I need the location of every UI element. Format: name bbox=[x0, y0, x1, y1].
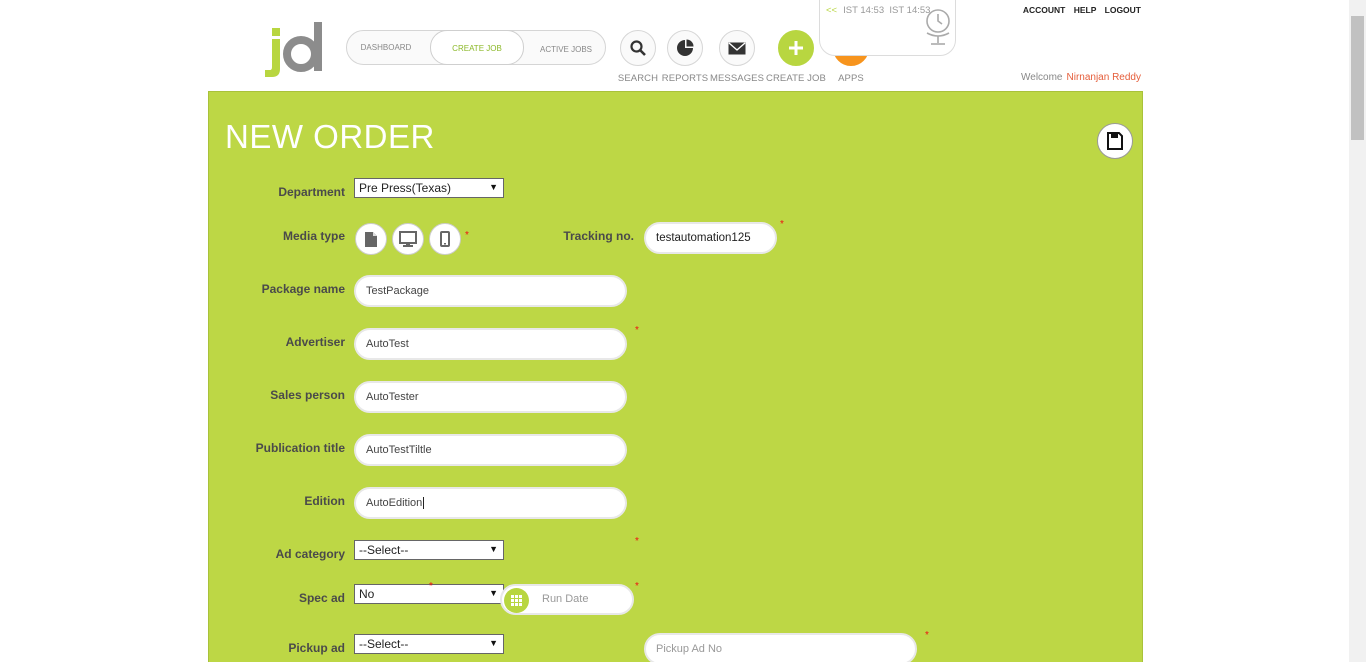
monitor-icon bbox=[399, 231, 417, 247]
spec-ad-label: Spec ad bbox=[298, 591, 345, 605]
logout-link[interactable]: LOGOUT bbox=[1105, 5, 1141, 15]
department-value: Pre Press(Texas) bbox=[359, 181, 452, 195]
clock-times: << IST 14:53 IST 14:53 bbox=[826, 5, 930, 16]
tracking-no-label: Tracking no. bbox=[563, 229, 634, 243]
messages-label: MESSAGES bbox=[709, 73, 765, 84]
run-date-input[interactable]: Run Date bbox=[500, 584, 634, 615]
page-title: NEW ORDER bbox=[225, 118, 435, 155]
tab-create-job[interactable]: CREATE JOB bbox=[430, 30, 524, 65]
package-name-input[interactable]: TestPackage bbox=[354, 275, 627, 307]
dropdown-arrow-icon: ▼ bbox=[489, 588, 498, 598]
help-link[interactable]: HELP bbox=[1074, 5, 1097, 15]
apps-label: APPS bbox=[838, 73, 864, 84]
ad-category-value: --Select-- bbox=[359, 543, 409, 557]
department-select[interactable]: Pre Press(Texas) ▼ bbox=[354, 178, 504, 198]
spec-ad-required-mark: * bbox=[429, 581, 433, 592]
pickup-ad-no-required-mark: * bbox=[925, 630, 929, 641]
dropdown-arrow-icon: ▼ bbox=[489, 182, 498, 192]
run-date-required-mark: * bbox=[635, 581, 639, 592]
media-type-required-mark: * bbox=[465, 230, 469, 241]
advertiser-label: Advertiser bbox=[285, 335, 345, 349]
world-clock[interactable]: << IST 14:53 IST 14:53 bbox=[819, 0, 956, 56]
jd-logo[interactable] bbox=[264, 22, 326, 77]
advertiser-required-mark: * bbox=[635, 325, 639, 336]
edition-input[interactable]: AutoEdition bbox=[354, 487, 627, 519]
ad-category-label: Ad category bbox=[275, 547, 345, 561]
reports-tool[interactable]: REPORTS bbox=[655, 30, 715, 84]
pie-chart-icon bbox=[667, 30, 703, 66]
ad-category-required-mark: * bbox=[635, 536, 639, 547]
main-nav: DASHBOARD CREATE JOB ACTIVE JOBS bbox=[346, 30, 606, 65]
document-icon bbox=[365, 231, 377, 247]
edition-label: Edition bbox=[304, 494, 345, 508]
reports-label: REPORTS bbox=[661, 73, 709, 84]
create-job-label: CREATE JOB bbox=[766, 73, 826, 84]
spec-ad-value: No bbox=[359, 587, 375, 601]
plus-icon bbox=[778, 30, 814, 66]
clock-time-1: IST 14:53 bbox=[843, 5, 885, 16]
welcome-message: Welcome Nirnanjan Reddy bbox=[1021, 72, 1141, 83]
package-name-label: Package name bbox=[261, 282, 345, 296]
clock-globe-icon bbox=[926, 9, 950, 45]
new-order-form: NEW ORDER Department Pre Press(Texas) ▼ … bbox=[208, 91, 1143, 662]
user-name[interactable]: Nirnanjan Reddy bbox=[1067, 72, 1142, 83]
search-icon bbox=[620, 30, 656, 66]
tab-dashboard[interactable]: DASHBOARD bbox=[355, 31, 417, 64]
page: DASHBOARD CREATE JOB ACTIVE JOBS SEARCH … bbox=[0, 0, 1366, 662]
advertiser-input[interactable]: AutoTest bbox=[354, 328, 627, 360]
tracking-no-input[interactable]: testautomation125 bbox=[644, 222, 777, 254]
media-mobile-button[interactable] bbox=[429, 223, 461, 255]
account-link[interactable]: ACCOUNT bbox=[1023, 5, 1066, 15]
dropdown-arrow-icon: ▼ bbox=[489, 638, 498, 648]
pickup-ad-value: --Select-- bbox=[359, 637, 409, 651]
tracking-no-required-mark: * bbox=[780, 219, 784, 230]
edition-value: AutoEdition bbox=[366, 497, 423, 509]
department-label: Department bbox=[278, 185, 345, 199]
save-button[interactable] bbox=[1097, 123, 1133, 159]
media-type-label: Media type bbox=[282, 229, 345, 243]
envelope-icon bbox=[719, 30, 755, 66]
pickup-ad-select[interactable]: --Select-- ▼ bbox=[354, 634, 504, 654]
save-icon bbox=[1107, 132, 1123, 150]
media-web-button[interactable] bbox=[392, 223, 424, 255]
clock-collapse-arrows[interactable]: << bbox=[826, 5, 837, 16]
sales-person-label: Sales person bbox=[270, 388, 345, 402]
welcome-text: Welcome bbox=[1021, 72, 1063, 83]
pickup-ad-no-input[interactable]: Pickup Ad No bbox=[644, 633, 917, 662]
ad-category-select[interactable]: --Select-- ▼ bbox=[354, 540, 504, 560]
run-date-placeholder: Run Date bbox=[542, 593, 589, 605]
pickup-ad-label: Pickup ad bbox=[288, 641, 345, 655]
create-job-tool[interactable]: CREATE JOB bbox=[766, 30, 826, 84]
publication-title-input[interactable]: AutoTestTiltle bbox=[354, 434, 627, 466]
calendar-icon[interactable] bbox=[504, 588, 529, 613]
page-scrollbar[interactable] bbox=[1349, 0, 1366, 662]
publication-title-label: Publication title bbox=[255, 441, 345, 455]
messages-tool[interactable]: MESSAGES bbox=[707, 30, 767, 84]
sales-person-input[interactable]: AutoTester bbox=[354, 381, 627, 413]
text-cursor bbox=[423, 497, 425, 509]
media-print-button[interactable] bbox=[355, 223, 387, 255]
scrollbar-thumb[interactable] bbox=[1351, 16, 1364, 140]
mobile-icon bbox=[440, 231, 450, 247]
dropdown-arrow-icon: ▼ bbox=[489, 544, 498, 554]
tab-active-jobs[interactable]: ACTIVE JOBS bbox=[533, 33, 599, 66]
account-links: ACCOUNT HELP LOGOUT bbox=[1017, 5, 1141, 15]
